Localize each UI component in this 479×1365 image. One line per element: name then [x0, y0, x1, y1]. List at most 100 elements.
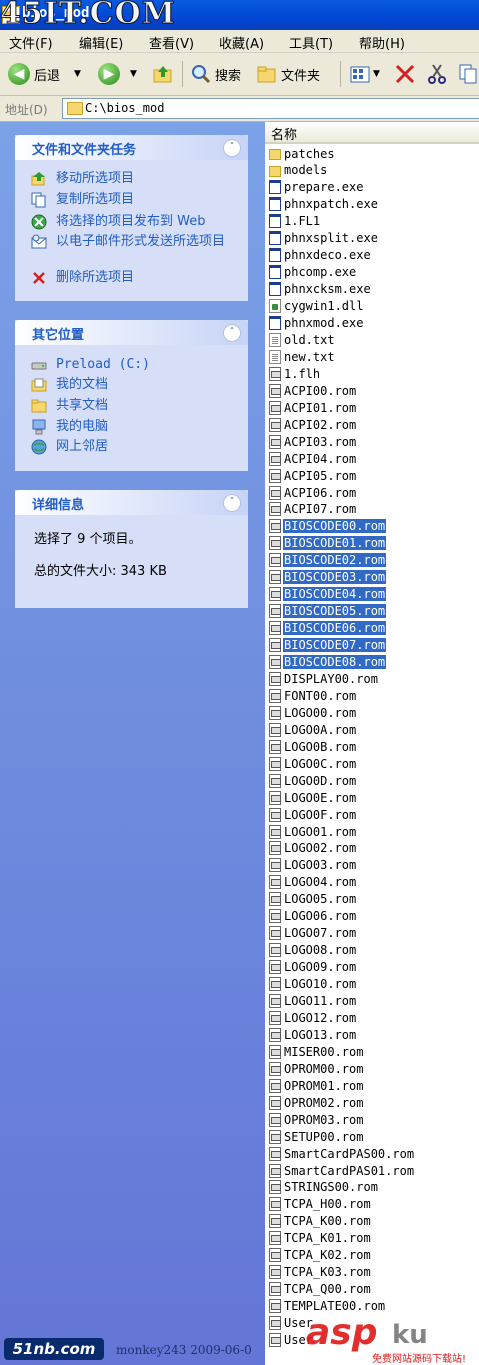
- back-dropdown-icon[interactable]: ▼: [74, 69, 81, 79]
- menu-favorites[interactable]: 收藏(A): [219, 33, 264, 52]
- file-item[interactable]: TCPA_K01.rom: [269, 1230, 372, 1247]
- file-item[interactable]: LOGO05.rom: [269, 891, 357, 908]
- search-button[interactable]: 搜索: [190, 61, 241, 87]
- cut-button[interactable]: [426, 61, 448, 87]
- file-item[interactable]: phnxsplit.exe: [269, 230, 379, 247]
- file-item[interactable]: LOGO04.rom: [269, 874, 357, 891]
- delete-toolbar-button[interactable]: [394, 61, 416, 87]
- file-item[interactable]: LOGO03.rom: [269, 857, 357, 874]
- file-item[interactable]: ACPI01.rom: [269, 399, 357, 416]
- file-item[interactable]: BIOSCODE05.rom: [269, 603, 387, 620]
- menu-file[interactable]: 文件(F): [9, 33, 53, 52]
- file-item[interactable]: OPROM00.rom: [269, 1060, 364, 1077]
- file-item[interactable]: SETUP00.rom: [269, 1128, 364, 1145]
- file-item[interactable]: LOGO0C.rom: [269, 755, 357, 772]
- file-item[interactable]: FONT00.rom: [269, 687, 357, 704]
- menu-edit[interactable]: 编辑(E): [79, 33, 123, 52]
- views-button[interactable]: ▼: [349, 61, 380, 87]
- file-item[interactable]: LOGO0F.rom: [269, 806, 357, 823]
- file-item[interactable]: TCPA_K00.rom: [269, 1213, 372, 1230]
- file-item[interactable]: LOGO0E.rom: [269, 789, 357, 806]
- place-shared-documents[interactable]: 共享文档: [31, 398, 108, 414]
- folders-button[interactable]: 文件夹: [256, 61, 320, 87]
- copy-button[interactable]: [458, 61, 479, 87]
- file-item[interactable]: prepare.exe: [269, 179, 364, 196]
- task-publish-web[interactable]: 将选择的项目发布到 Web: [31, 214, 205, 230]
- place-drive-c[interactable]: Preload (C:): [31, 357, 150, 373]
- other-places-header[interactable]: 其它位置 ˆ: [15, 320, 248, 345]
- file-item[interactable]: OPROM03.rom: [269, 1111, 364, 1128]
- file-item[interactable]: BIOSCODE02.rom: [269, 552, 387, 569]
- file-item[interactable]: ACPI04.rom: [269, 450, 357, 467]
- collapse-icon[interactable]: ˆ: [223, 494, 241, 512]
- file-item[interactable]: old.txt: [269, 331, 336, 348]
- file-item[interactable]: new.txt: [269, 348, 336, 365]
- file-item[interactable]: BIOSCODE06.rom: [269, 620, 387, 637]
- file-item[interactable]: phnxdeco.exe: [269, 247, 372, 264]
- file-item[interactable]: MISER00.rom: [269, 1043, 364, 1060]
- file-item[interactable]: SmartCardPAS01.rom: [269, 1162, 415, 1179]
- place-my-computer[interactable]: 我的电脑: [31, 419, 108, 435]
- file-item[interactable]: LOGO10.rom: [269, 976, 357, 993]
- back-button[interactable]: ◀ 后退 ▼: [8, 61, 81, 87]
- menu-tools[interactable]: 工具(T): [289, 33, 333, 52]
- file-item[interactable]: phcomp.exe: [269, 264, 357, 281]
- file-item[interactable]: BIOSCODE04.rom: [269, 586, 387, 603]
- file-item[interactable]: BIOSCODE01.rom: [269, 535, 387, 552]
- file-item[interactable]: LOGO09.rom: [269, 959, 357, 976]
- file-item[interactable]: ACPI03.rom: [269, 433, 357, 450]
- file-item[interactable]: BIOSCODE00.rom: [269, 518, 387, 535]
- file-item[interactable]: ACPI06.rom: [269, 484, 357, 501]
- folder-item[interactable]: models: [269, 162, 328, 179]
- file-item[interactable]: phnxcksm.exe: [269, 281, 372, 298]
- task-email[interactable]: 以电子邮件形式发送所选项目: [31, 234, 231, 250]
- collapse-icon[interactable]: ˆ: [223, 324, 241, 342]
- file-item[interactable]: LOGO07.rom: [269, 925, 357, 942]
- address-input[interactable]: C:\bios_mod: [62, 98, 479, 119]
- file-item[interactable]: TCPA_Q00.rom: [269, 1281, 372, 1298]
- place-network[interactable]: 网上邻居: [31, 439, 108, 455]
- file-item[interactable]: ACPI02.rom: [269, 416, 357, 433]
- file-item[interactable]: BIOSCODE07.rom: [269, 637, 387, 654]
- up-folder-button[interactable]: [152, 61, 174, 87]
- file-item[interactable]: cygwin1.dll: [269, 298, 364, 315]
- file-item[interactable]: OPROM01.rom: [269, 1077, 364, 1094]
- task-delete[interactable]: 删除所选项目: [31, 270, 134, 286]
- column-header-name[interactable]: 名称: [265, 122, 479, 144]
- file-item[interactable]: ACPI00.rom: [269, 382, 357, 399]
- file-item[interactable]: ACPI07.rom: [269, 501, 357, 518]
- file-item[interactable]: LOGO12.rom: [269, 1009, 357, 1026]
- file-item[interactable]: LOGO13.rom: [269, 1026, 357, 1043]
- file-item[interactable]: OPROM02.rom: [269, 1094, 364, 1111]
- file-item[interactable]: DISPLAY00.rom: [269, 670, 379, 687]
- file-item[interactable]: TCPA_H00.rom: [269, 1196, 372, 1213]
- details-header[interactable]: 详细信息 ˆ: [15, 490, 248, 515]
- menu-view[interactable]: 查看(V): [149, 33, 194, 52]
- file-item[interactable]: LOGO0B.rom: [269, 738, 357, 755]
- file-item[interactable]: phnxmod.exe: [269, 315, 364, 332]
- place-my-documents[interactable]: 我的文档: [31, 377, 108, 393]
- forward-dropdown-icon[interactable]: ▼: [130, 69, 137, 79]
- file-item[interactable]: BIOSCODE03.rom: [269, 569, 387, 586]
- file-item[interactable]: TCPA_K02.rom: [269, 1247, 372, 1264]
- file-item[interactable]: LOGO08.rom: [269, 942, 357, 959]
- file-item[interactable]: 1.flh: [269, 365, 321, 382]
- file-item[interactable]: LOGO11.rom: [269, 993, 357, 1010]
- file-item[interactable]: LOGO06.rom: [269, 908, 357, 925]
- task-copy[interactable]: 复制所选项目: [31, 192, 134, 208]
- file-item[interactable]: LOGO0A.rom: [269, 721, 357, 738]
- file-item[interactable]: STRINGS00.rom: [269, 1179, 379, 1196]
- file-item[interactable]: LOGO02.rom: [269, 840, 357, 857]
- file-item[interactable]: LOGO00.rom: [269, 704, 357, 721]
- forward-button[interactable]: ▶ ▼: [98, 61, 137, 87]
- file-item[interactable]: SmartCardPAS00.rom: [269, 1145, 415, 1162]
- file-item[interactable]: LOGO0D.rom: [269, 772, 357, 789]
- file-item[interactable]: TCPA_K03.rom: [269, 1264, 372, 1281]
- folder-item[interactable]: patches: [269, 145, 336, 162]
- file-tasks-header[interactable]: 文件和文件夹任务 ˆ: [15, 135, 248, 160]
- file-item[interactable]: BIOSCODE08.rom: [269, 654, 387, 671]
- file-item[interactable]: 1.FL1: [269, 213, 321, 230]
- collapse-icon[interactable]: ˆ: [223, 139, 241, 157]
- file-item[interactable]: LOGO01.rom: [269, 823, 357, 840]
- task-move[interactable]: 移动所选项目: [31, 171, 134, 187]
